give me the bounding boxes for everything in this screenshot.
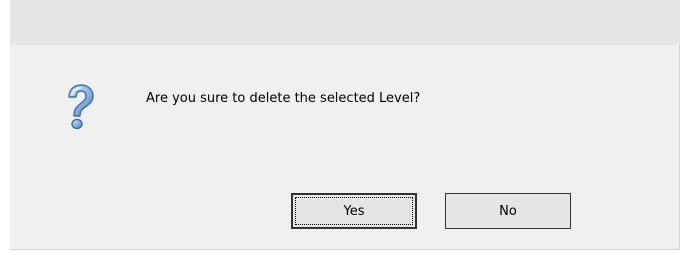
yes-button-label: Yes <box>343 203 365 219</box>
no-button[interactable]: No <box>445 193 571 229</box>
dialog-titlebar[interactable] <box>10 0 680 45</box>
question-icon <box>62 83 98 133</box>
dialog-message: Are you sure to delete the selected Leve… <box>146 91 421 106</box>
no-button-label: No <box>499 203 517 219</box>
dialog-body: Are you sure to delete the selected Leve… <box>10 45 680 250</box>
confirm-dialog: Are you sure to delete the selected Leve… <box>0 0 680 255</box>
yes-button[interactable]: Yes <box>291 193 417 229</box>
